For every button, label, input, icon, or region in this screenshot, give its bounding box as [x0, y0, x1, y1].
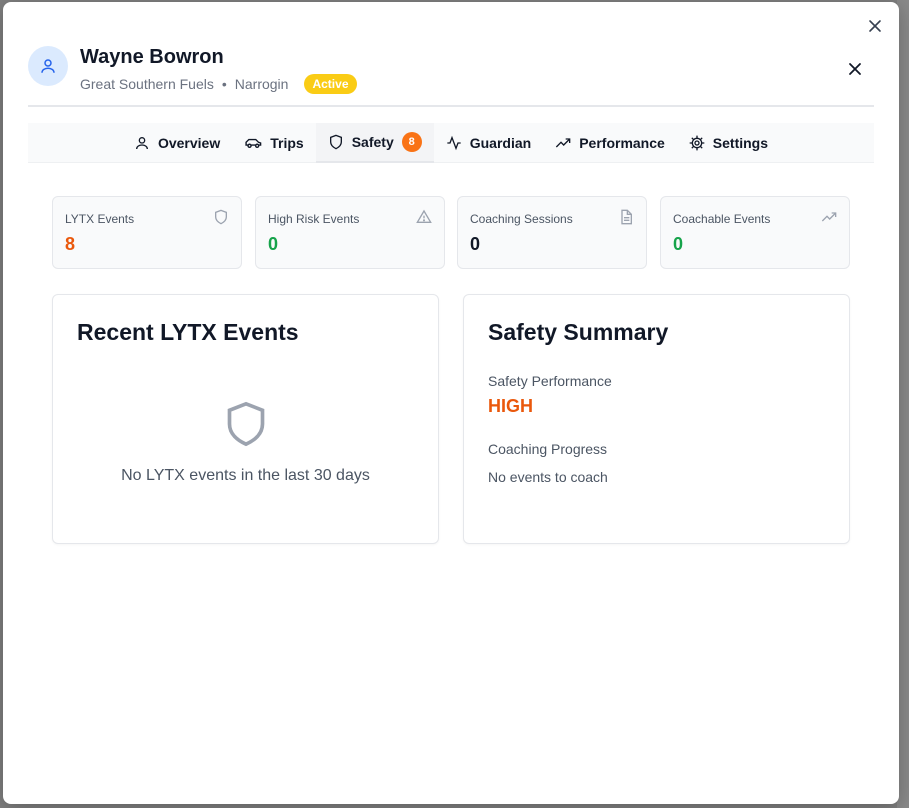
tab-label: Settings	[712, 134, 769, 151]
driver-company: Great Southern Fuels	[80, 76, 214, 92]
tab-label: Guardian	[469, 134, 532, 151]
stat-high-risk-events: High Risk Events 0	[255, 196, 445, 269]
tab-guardian[interactable]: Guardian	[434, 123, 543, 163]
close-icon	[869, 20, 881, 32]
close-icon	[849, 63, 861, 75]
activity-icon	[447, 135, 461, 150]
car-icon	[245, 138, 262, 148]
safety-performance-value: HIGH	[488, 396, 533, 416]
tab-trips[interactable]: Trips	[232, 123, 315, 163]
gear-icon	[689, 135, 705, 150]
tab-bar: Overview Trips Safety 8 Guardian Perform…	[28, 122, 874, 163]
tab-performance[interactable]: Performance	[543, 123, 677, 163]
stat-label: Coachable Events	[673, 212, 771, 226]
stat-label: High Risk Events	[268, 212, 360, 226]
header-close-button[interactable]	[845, 59, 865, 79]
shield-icon	[227, 401, 264, 447]
stat-value: 0	[470, 234, 481, 254]
driver-location: Narrogin	[234, 76, 289, 92]
stat-coachable-events: Coachable Events 0	[660, 196, 850, 269]
tab-label: Trips	[270, 134, 304, 151]
shield-icon	[329, 134, 342, 149]
separator-dot: •	[221, 76, 227, 92]
warning-icon	[416, 209, 432, 223]
modal-close-button[interactable]	[865, 16, 885, 36]
coaching-progress-note: No events to coach	[488, 469, 608, 485]
stat-coaching-sessions: Coaching Sessions 0	[457, 196, 647, 269]
empty-state	[53, 400, 438, 453]
safety-count-badge: 8	[401, 131, 422, 152]
trending-up-icon	[556, 137, 571, 147]
card-title: Safety Summary	[488, 319, 669, 345]
coaching-progress-label: Coaching Progress	[488, 441, 608, 457]
user-icon	[135, 136, 148, 149]
stat-lytx-events: LYTX Events 8	[52, 196, 242, 269]
tab-label: Overview	[157, 134, 221, 151]
stat-value: 8	[65, 234, 76, 254]
stat-label: LYTX Events	[65, 212, 135, 226]
stat-label: Coaching Sessions	[470, 212, 573, 226]
tab-label: Performance	[579, 134, 665, 151]
driver-modal: Wayne Bowron Great Southern Fuels • Narr…	[3, 2, 899, 804]
document-icon	[621, 209, 632, 225]
card-title: Recent LYTX Events	[77, 319, 299, 345]
status-badge: Active	[304, 74, 357, 94]
driver-header: Wayne Bowron Great Southern Fuels • Narr…	[28, 46, 874, 107]
trending-up-icon	[821, 212, 837, 222]
tab-settings[interactable]: Settings	[677, 123, 780, 163]
user-icon	[41, 59, 55, 73]
empty-state-text: No LYTX events in the last 30 days	[121, 467, 370, 484]
avatar	[28, 46, 68, 86]
stat-value: 0	[268, 234, 279, 254]
stat-value: 0	[673, 234, 684, 254]
recent-events-card: Recent LYTX Events No LYTX events in the…	[52, 294, 439, 544]
shield-icon	[215, 209, 227, 225]
safety-summary-card: Safety Summary Safety Performance HIGH C…	[463, 294, 850, 544]
tab-label: Safety	[351, 133, 394, 150]
safety-performance-label: Safety Performance	[488, 373, 612, 389]
driver-name: Wayne Bowron	[80, 46, 224, 68]
driver-subtitle: Great Southern Fuels • Narrogin Active	[80, 74, 357, 94]
tab-overview[interactable]: Overview	[122, 123, 232, 163]
tab-safety[interactable]: Safety 8	[315, 122, 434, 163]
